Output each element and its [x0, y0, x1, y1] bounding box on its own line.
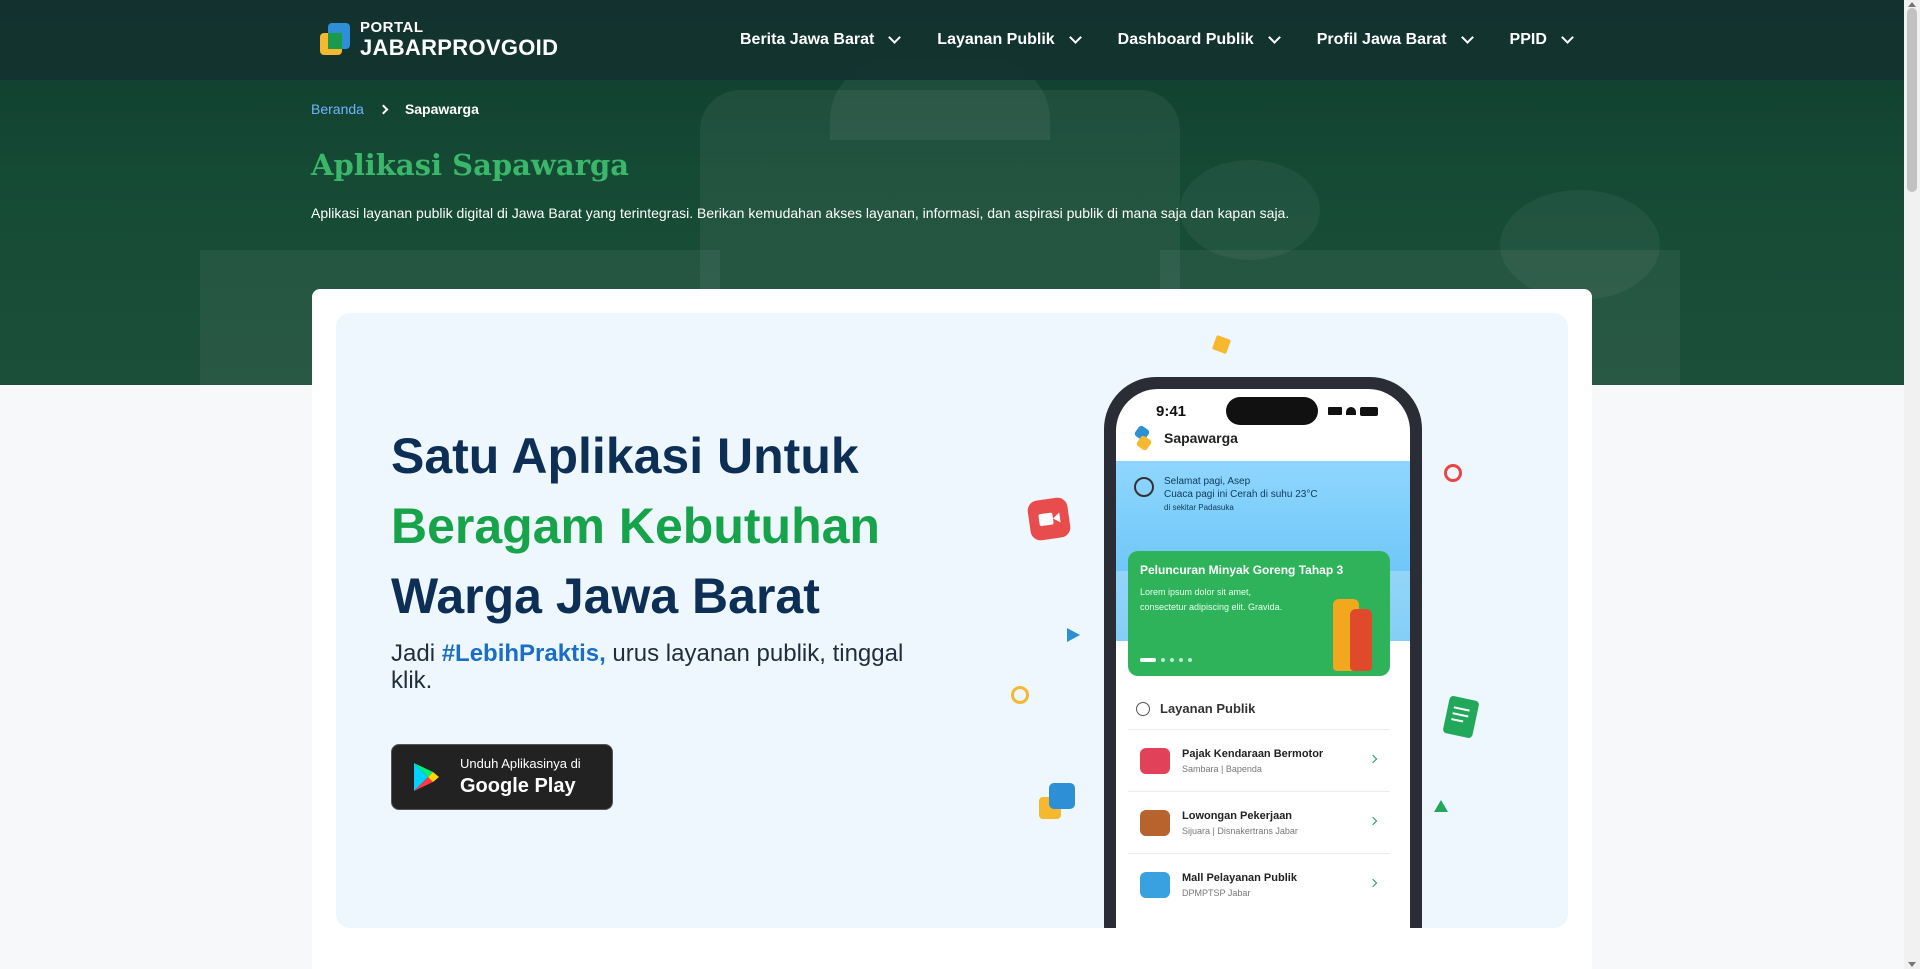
location-text: di sekitar Padasuka [1164, 503, 1234, 512]
logo-line2: JABARPROVGOID [360, 35, 559, 60]
page-subtitle: Aplikasi layanan publik digital di Jawa … [311, 205, 1290, 221]
nav-label: PPID [1509, 31, 1547, 48]
deco-ring-red-icon [1444, 464, 1462, 482]
scroll-thumb[interactable] [1907, 8, 1917, 192]
main-nav: Berita Jawa Barat Layanan Publik Dashboa… [740, 0, 1610, 80]
building-icon [1140, 871, 1170, 898]
video-camera-icon [1026, 496, 1072, 542]
deco-ring-yellow-icon [1011, 686, 1029, 704]
chevron-down-icon [1267, 31, 1281, 44]
nav-label: Berita Jawa Barat [740, 31, 875, 48]
google-play-button[interactable]: Unduh Aplikasinya di Google Play [391, 744, 613, 810]
nav-label: Profil Jawa Barat [1316, 31, 1447, 48]
news-banner[interactable]: Peluncuran Minyak Goreng Tahap 3 Lorem i… [1128, 551, 1390, 676]
scroll-down-arrow-icon[interactable] [1908, 962, 1916, 967]
service-row[interactable]: Lowongan Pekerjaan Sijuara | Disnakertra… [1128, 791, 1390, 853]
headline-line1: Satu Aplikasi Untuk [391, 428, 859, 484]
app-header: Sapawarga [1133, 424, 1238, 452]
google-play-icon [414, 763, 439, 791]
briefcase-icon [1140, 809, 1170, 836]
nav-label: Layanan Publik [937, 31, 1055, 48]
chevron-right-icon [1368, 754, 1378, 764]
nav-profil-jawa-barat[interactable]: Profil Jawa Barat [1316, 31, 1474, 49]
banner-title: Peluncuran Minyak Goreng Tahap 3 [1140, 563, 1344, 577]
service-subtitle: Sijuara | Disnakertrans Jabar [1182, 825, 1298, 836]
breadcrumb-home-link[interactable]: Beranda [311, 101, 364, 117]
sun-icon [1134, 477, 1154, 497]
chevron-down-icon [1068, 31, 1082, 44]
headline-line3: Warga Jawa Barat [391, 568, 820, 624]
status-time: 9:41 [1156, 403, 1187, 420]
deco-triangle-green-icon [1434, 800, 1448, 812]
chat-bubble-icon [1039, 783, 1079, 823]
service-row[interactable]: Pajak Kendaraan Bermotor Sambara | Bapen… [1128, 729, 1390, 791]
chevron-down-icon [1460, 31, 1474, 44]
jabar-logo-icon [318, 21, 354, 59]
store-small-label: Unduh Aplikasinya di [460, 756, 581, 771]
carousel-dots [1140, 658, 1192, 662]
users-icon [1136, 701, 1150, 716]
phone-mockup: 9:41 Sapawarga Selamat pagi, Asep Cuaca … [1104, 377, 1422, 928]
scroll-up-arrow-icon[interactable] [1908, 2, 1916, 7]
nav-ppid[interactable]: PPID [1509, 31, 1574, 49]
signal-wifi-battery-icon [1328, 407, 1378, 416]
weather-text: Cuaca pagi ini Cerah di suhu 23°C [1164, 489, 1318, 500]
portal-logo[interactable]: PORTAL JABARPROVGOID [318, 20, 558, 59]
sapawarga-logo-icon [1133, 424, 1153, 452]
service-title: Lowongan Pekerjaan [1182, 809, 1293, 822]
services-title: Layanan Publik [1160, 701, 1256, 716]
nav-berita-jawa-barat[interactable]: Berita Jawa Barat [740, 31, 902, 49]
dynamic-island [1226, 397, 1318, 425]
page-title: Aplikasi Sapawarga [311, 148, 630, 182]
nav-dashboard-publik[interactable]: Dashboard Publik [1117, 31, 1281, 49]
deco-triangle-blue-icon [1067, 628, 1080, 642]
oil-bottle-icon [1350, 609, 1372, 671]
nav-label: Dashboard Publik [1117, 31, 1254, 48]
breadcrumb-current: Sapawarga [404, 101, 479, 117]
promo-tagline: Jadi #LebihPraktis, urus layanan publik,… [391, 640, 921, 694]
promo-banner: Satu Aplikasi Untuk Beragam Kebutuhan Wa… [336, 313, 1568, 928]
app-name: Sapawarga [1164, 430, 1238, 446]
top-navbar: PORTAL JABARPROVGOID Berita Jawa Barat L… [0, 0, 1904, 80]
tagline-prefix: Jadi [391, 640, 442, 667]
chevron-right-icon [1368, 878, 1378, 888]
public-services-list: Layanan Publik Pajak Kendaraan Bermotor … [1128, 689, 1390, 928]
service-title: Mall Pelayanan Publik [1182, 871, 1297, 884]
car-icon [1140, 747, 1170, 774]
banner-text: Lorem ipsum dolor sit amet, consectetur … [1140, 587, 1283, 612]
service-subtitle: Sambara | Bapenda [1182, 763, 1262, 774]
page-scrollbar[interactable] [1904, 0, 1920, 969]
tagline-hashtag: #LebihPraktis, [441, 640, 606, 667]
chevron-right-icon [1368, 816, 1378, 826]
greeting-text: Selamat pagi, Asep [1164, 476, 1251, 487]
promo-headline: Satu Aplikasi Untuk Beragam Kebutuhan Wa… [391, 421, 880, 631]
logo-line1: PORTAL [360, 19, 424, 36]
service-subtitle: DPMPTSP Jabar [1182, 887, 1251, 898]
service-row[interactable]: Mall Pelayanan Publik DPMPTSP Jabar [1128, 853, 1390, 915]
service-title: Pajak Kendaraan Bermotor [1182, 747, 1324, 760]
breadcrumb: Beranda Sapawarga [311, 101, 479, 117]
phone-screen: 9:41 Sapawarga Selamat pagi, Asep Cuaca … [1116, 389, 1410, 928]
chevron-down-icon [888, 31, 902, 44]
document-icon [1442, 695, 1480, 739]
nav-layanan-publik[interactable]: Layanan Publik [937, 31, 1082, 49]
content-card: Satu Aplikasi Untuk Beragam Kebutuhan Wa… [312, 289, 1592, 969]
chevron-down-icon [1561, 31, 1574, 44]
chevron-right-icon [378, 104, 389, 114]
deco-diamond-icon [1211, 334, 1232, 355]
store-big-label: Google Play [460, 775, 576, 797]
headline-line2: Beragam Kebutuhan [391, 498, 880, 554]
